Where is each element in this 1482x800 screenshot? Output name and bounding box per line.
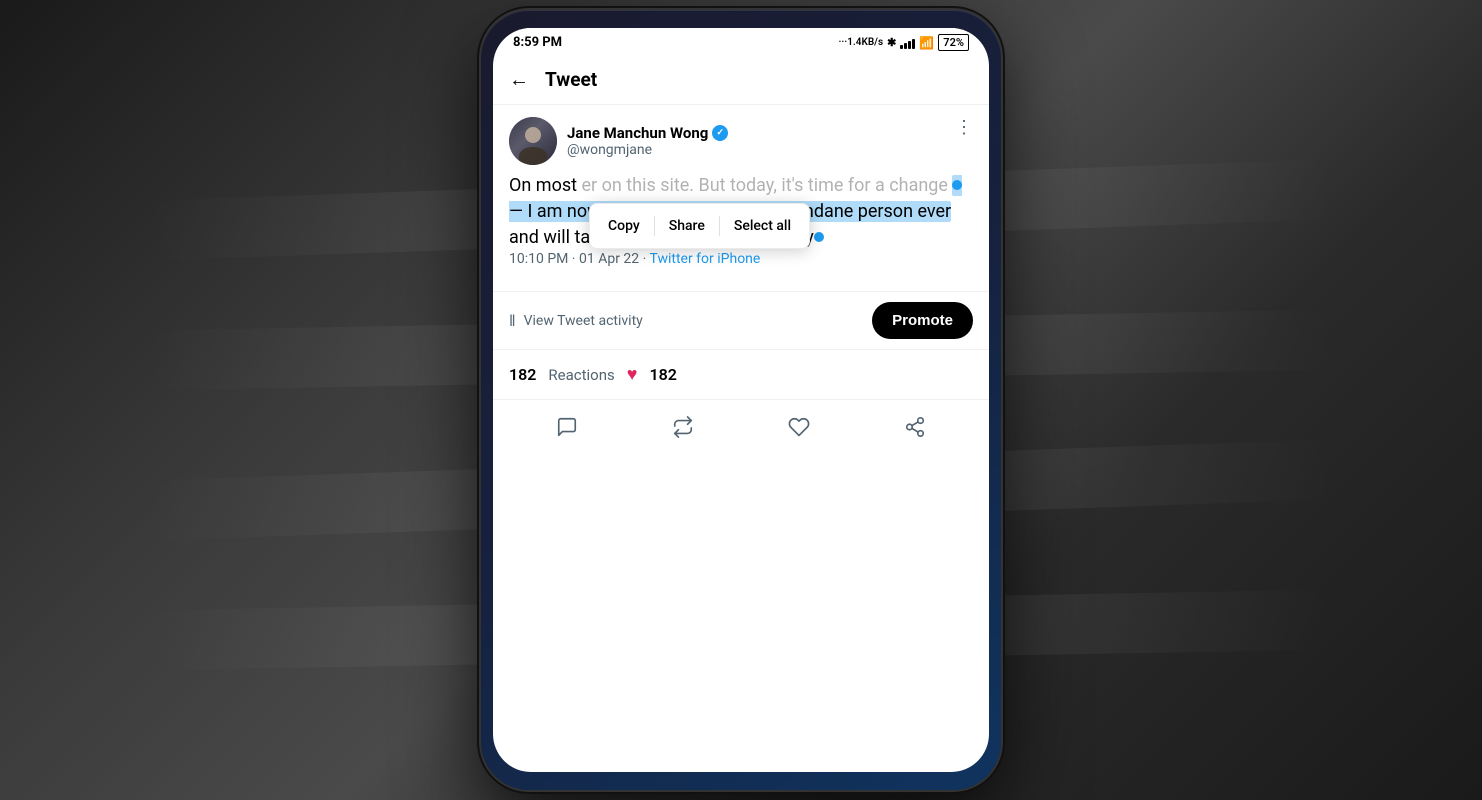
battery-level: 72	[943, 36, 956, 49]
battery-icon: 72%	[938, 34, 969, 51]
status-bar: 8:59 PM ···1.4KB/s ✱ 📶 72%	[493, 28, 989, 55]
selection-popup: Copy Share Select all	[589, 203, 810, 249]
heart-icon: ♥	[627, 364, 638, 385]
page-title: Tweet	[545, 68, 597, 91]
activity-bar: ‖ View Tweet activity Promote	[493, 291, 989, 350]
retweet-button[interactable]	[664, 408, 702, 446]
reply-button[interactable]	[548, 408, 586, 446]
avatar-image	[509, 117, 557, 165]
like-button[interactable]	[780, 408, 818, 446]
user-name-block: Jane Manchun Wong ✓ @wongmjane	[567, 124, 728, 158]
avatar[interactable]	[509, 117, 557, 165]
user-info: Jane Manchun Wong ✓ @wongmjane	[509, 117, 728, 165]
tweet-text-obscured: er on this site. But today, it's time fo…	[581, 175, 947, 196]
tweet-content: Jane Manchun Wong ✓ @wongmjane ⋮ Copy Sh…	[493, 105, 989, 291]
timestamp-text: 10:10 PM · 01 Apr 22 ·	[509, 251, 649, 267]
more-options-button[interactable]: ⋮	[955, 117, 973, 138]
reactions-label: Reactions	[548, 366, 614, 384]
action-bar	[493, 400, 989, 454]
signal-bars	[900, 37, 915, 49]
chart-icon: ‖	[509, 311, 516, 331]
network-info: ···1.4KB/s	[838, 37, 883, 48]
user-row: Jane Manchun Wong ✓ @wongmjane ⋮	[509, 117, 973, 165]
status-time: 8:59 PM	[513, 35, 562, 50]
user-handle: @wongmjane	[567, 142, 728, 158]
user-name: Jane Manchun Wong	[567, 124, 708, 142]
share-button[interactable]: Share	[655, 212, 719, 240]
reactions-bar: 182 Reactions ♥ 182	[493, 350, 989, 400]
like-icon	[788, 416, 810, 438]
verified-badge: ✓	[712, 125, 728, 141]
retweet-icon	[672, 416, 694, 438]
promote-button[interactable]: Promote	[872, 302, 973, 339]
signal-bar-1	[900, 45, 903, 49]
select-all-button[interactable]: Select all	[720, 212, 805, 240]
wifi-icon: 📶	[919, 36, 934, 50]
tweet-text-container: Copy Share Select all On most er on this…	[509, 173, 973, 267]
signal-bar-4	[912, 39, 915, 49]
share-icon	[904, 416, 926, 438]
tweet-text-before: On most	[509, 175, 581, 196]
view-activity-label: View Tweet activity	[524, 313, 643, 329]
selection-handle-left	[952, 180, 962, 190]
tweet-header-bar: ← Tweet	[493, 55, 989, 105]
signal-bar-2	[904, 43, 907, 49]
phone-screen: 8:59 PM ···1.4KB/s ✱ 📶 72% ← Tweet	[493, 28, 989, 772]
signal-bar-3	[908, 41, 911, 49]
selection-handle-right	[814, 232, 824, 242]
source-link[interactable]: Twitter for iPhone	[649, 251, 760, 267]
reply-icon	[556, 416, 578, 438]
view-activity-button[interactable]: ‖ View Tweet activity	[509, 311, 643, 331]
user-name-row: Jane Manchun Wong ✓	[567, 124, 728, 142]
share-action-button[interactable]	[896, 408, 934, 446]
reactions-count: 182	[509, 365, 536, 384]
tweet-timestamp: 10:10 PM · 01 Apr 22 · Twitter for iPhon…	[509, 251, 973, 267]
copy-button[interactable]: Copy	[594, 212, 654, 240]
bluetooth-icon: ✱	[887, 36, 896, 49]
phone-container: 8:59 PM ···1.4KB/s ✱ 📶 72% ← Tweet	[481, 10, 1001, 790]
status-icons: ···1.4KB/s ✱ 📶 72%	[838, 34, 969, 51]
likes-count: 182	[649, 365, 676, 384]
back-button[interactable]: ←	[509, 67, 529, 92]
